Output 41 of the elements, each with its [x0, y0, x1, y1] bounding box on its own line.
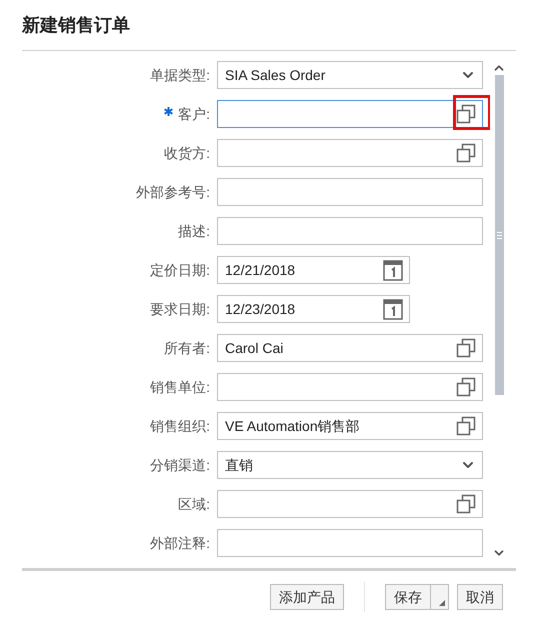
lookup-icon[interactable]: [456, 377, 476, 397]
field-label: 分销渠道:: [150, 456, 210, 474]
dropdown-field[interactable]: 直销: [217, 451, 483, 479]
field-label: 外部参考号:: [136, 182, 210, 202]
field-label: 描述:: [178, 222, 210, 240]
date-field[interactable]: 12/21/2018: [217, 256, 410, 284]
corner-triangle-icon: [439, 600, 445, 606]
input-field[interactable]: [217, 529, 483, 557]
field-label: 所有者:: [164, 338, 210, 358]
dropdown-field[interactable]: SIA Sales Order: [217, 61, 483, 89]
action-button[interactable]: 取消: [457, 584, 503, 610]
action-button[interactable]: 添加产品: [270, 584, 344, 610]
field-label: 要求日期:: [150, 300, 210, 318]
field-label: 销售组织:: [150, 416, 210, 436]
field-label: 收货方:: [164, 144, 210, 162]
scrollbar-thumb[interactable]: [494, 75, 504, 395]
input-field[interactable]: Carol Cai: [217, 334, 483, 362]
field-label: 外部注释:: [150, 534, 210, 552]
save-button[interactable]: 保存: [385, 584, 431, 610]
field-label: 客户:: [178, 104, 210, 124]
input-field[interactable]: [217, 100, 483, 128]
dialog-title: 新建销售订单: [22, 14, 130, 36]
input-field[interactable]: [217, 217, 483, 245]
lookup-icon[interactable]: [456, 416, 476, 436]
date-field[interactable]: 12/23/2018: [217, 295, 410, 323]
field-label: 区域:: [178, 494, 210, 514]
input-field[interactable]: [217, 490, 483, 518]
lookup-icon[interactable]: [456, 338, 476, 358]
calendar-icon[interactable]: [383, 298, 403, 320]
lookup-icon[interactable]: [456, 143, 476, 163]
input-field[interactable]: [217, 373, 483, 401]
calendar-icon[interactable]: [383, 259, 403, 281]
input-field[interactable]: [217, 139, 483, 167]
field-label: 定价日期:: [150, 260, 210, 280]
field-label: 销售单位:: [150, 378, 210, 396]
dropdown-button[interactable]: [431, 584, 449, 610]
input-field[interactable]: VE Automation销售部: [217, 412, 483, 440]
lookup-icon[interactable]: [456, 494, 476, 514]
input-field[interactable]: [217, 178, 483, 206]
lookup-icon[interactable]: [456, 104, 476, 124]
field-label: 单据类型:: [150, 66, 210, 84]
